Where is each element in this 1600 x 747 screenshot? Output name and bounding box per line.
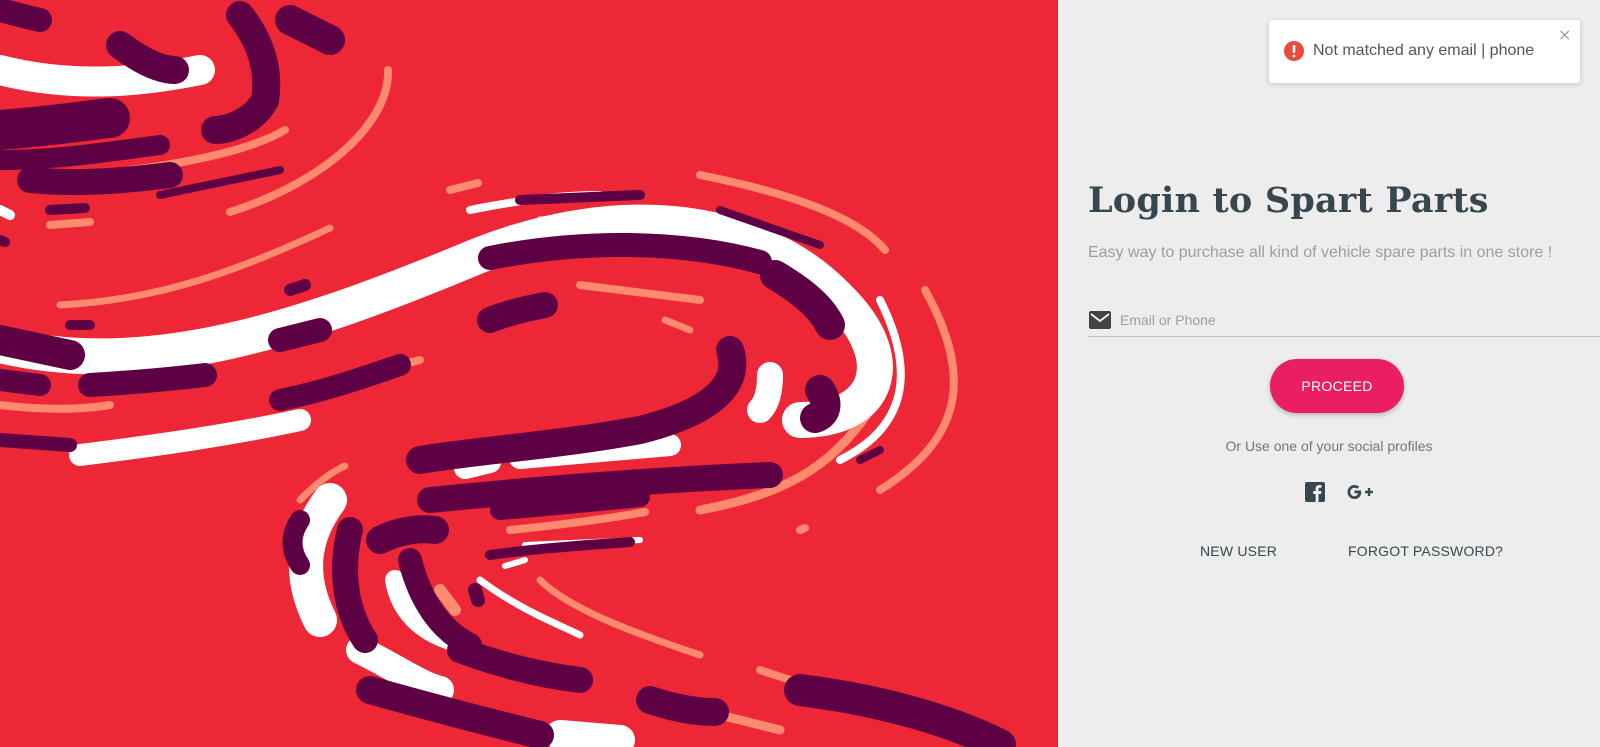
error-toast: Not matched any email | phone ×	[1269, 20, 1580, 83]
login-page: Login to Spart Parts Easy way to purchas…	[0, 0, 1600, 747]
facebook-icon	[1305, 482, 1325, 502]
proceed-button[interactable]: PROCEED	[1270, 359, 1404, 413]
page-title: Login to Spart Parts	[1088, 180, 1489, 221]
hero-illustration	[0, 0, 1058, 747]
google-plus-icon	[1347, 485, 1373, 499]
toast-close-button[interactable]: ×	[1558, 27, 1571, 43]
facebook-login-button[interactable]	[1305, 482, 1325, 504]
toast-message: Not matched any email | phone	[1313, 42, 1535, 59]
social-login-buttons	[1058, 482, 1600, 506]
wave-stripes-artwork	[0, 0, 1016, 747]
new-user-link[interactable]: NEW USER	[1200, 543, 1277, 559]
email-field-row	[1088, 306, 1600, 337]
social-profiles-text: Or Use one of your social profiles	[1225, 438, 1433, 454]
login-panel: Login to Spart Parts Easy way to purchas…	[1058, 0, 1600, 747]
email-field[interactable]	[1120, 306, 1590, 334]
page-subtitle: Easy way to purchase all kind of vehicle…	[1088, 244, 1553, 261]
mail-icon	[1089, 311, 1111, 329]
exclamation-circle-icon	[1284, 41, 1304, 61]
forgot-password-link[interactable]: FORGOT PASSWORD?	[1348, 543, 1503, 559]
google-plus-login-button[interactable]	[1346, 482, 1374, 504]
